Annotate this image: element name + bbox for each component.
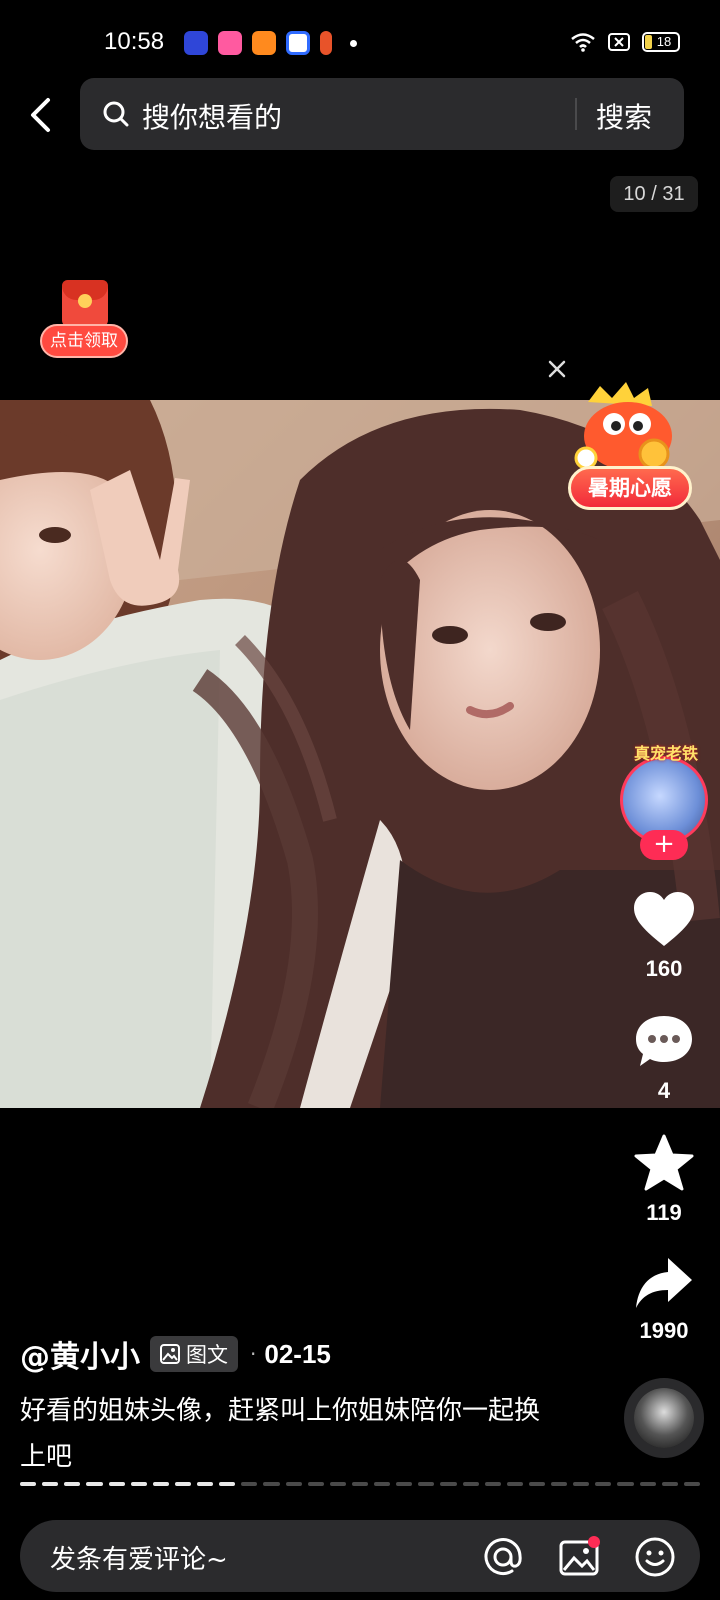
search-icon (103, 101, 129, 127)
progress-segment (484, 1482, 501, 1486)
progress-segment (20, 1482, 37, 1486)
game-app-icon (252, 31, 276, 55)
favorite-count: 119 (646, 1200, 682, 1225)
image-counter: 10 / 31 (610, 176, 698, 212)
red-envelope-coin (78, 294, 92, 308)
progress-segment (263, 1482, 280, 1486)
share-icon (636, 1258, 692, 1308)
progress-segment (197, 1482, 214, 1486)
author-name[interactable]: @黄小小 (20, 1332, 140, 1376)
emoji-icon (635, 1537, 675, 1577)
comment-count: 4 (657, 1078, 671, 1103)
progress-segment (86, 1482, 103, 1486)
progress-segment (617, 1482, 634, 1486)
mascot-icon (574, 382, 672, 470)
post-meta: @黄小小 图文 · 02-15 (20, 1332, 331, 1376)
follow-button[interactable]: + (640, 830, 688, 860)
progress-segment (551, 1482, 568, 1486)
comment-bar[interactable]: 发条有爱评论~ (20, 1520, 700, 1592)
progress-segment (528, 1482, 545, 1486)
post-type-tag: 图文 (150, 1336, 238, 1372)
progress-segment (130, 1482, 147, 1486)
progress-segment (241, 1482, 258, 1486)
comment-button[interactable]: 4 (620, 1014, 708, 1104)
back-button[interactable] (20, 92, 60, 138)
progress-segment (639, 1482, 656, 1486)
comment-input[interactable]: 发条有爱评论~ (50, 1539, 228, 1576)
like-button[interactable]: 160 (620, 892, 708, 982)
baidu-app-icon (286, 31, 310, 55)
notification-dot (350, 39, 357, 47)
progress-segment (661, 1482, 678, 1486)
progress-segment (351, 1482, 368, 1486)
image-progress (20, 1482, 700, 1486)
post-caption: 好看的姐妹头像，赶紧叫上你姐妹陪你一起换上吧 (20, 1396, 541, 1472)
progress-segment (42, 1482, 59, 1486)
chevron-left-icon (31, 98, 50, 132)
separator-dot: · (250, 1342, 257, 1366)
theme-app-icon (184, 31, 208, 55)
progress-segment (285, 1482, 302, 1486)
image-icon (160, 1344, 180, 1364)
progress-segment (683, 1482, 700, 1486)
status-indicators: 18 (570, 32, 680, 52)
battery-icon: 18 (642, 32, 680, 52)
like-count: 160 (645, 956, 683, 981)
close-icon[interactable] (546, 358, 568, 380)
star-icon (634, 1134, 694, 1191)
heart-icon (634, 892, 694, 946)
search-bar[interactable]: 搜你想看的 搜索 (80, 78, 684, 150)
promo-label[interactable]: 暑期心愿 (568, 466, 692, 510)
emoji-button[interactable] (634, 1536, 676, 1578)
search-input[interactable]: 搜你想看的 (142, 96, 282, 136)
sim-disabled-icon (608, 33, 630, 51)
progress-segment (396, 1482, 413, 1486)
favorite-button[interactable]: 119 (620, 1134, 708, 1226)
status-app-icons (184, 31, 357, 55)
progress-segment (174, 1482, 191, 1486)
search-divider (575, 98, 577, 130)
red-packet-label[interactable]: 点击领取 (40, 324, 128, 358)
progress-segment (329, 1482, 346, 1486)
post-type-label: 图文 (186, 1343, 228, 1367)
progress-segment (440, 1482, 457, 1486)
music-cover (634, 1388, 694, 1448)
comment-icon (636, 1016, 692, 1066)
progress-segment (462, 1482, 479, 1486)
avatar-tag: 真宠老铁 (633, 744, 698, 763)
post-date: 02-15 (264, 1338, 331, 1369)
new-badge-dot (588, 1536, 600, 1548)
status-time: 10:58 (104, 28, 165, 55)
red-packet-widget[interactable]: 点击领取 (40, 280, 128, 360)
vivid-app-icon (218, 31, 242, 55)
at-icon (484, 1538, 522, 1576)
battery-level: 18 (656, 34, 672, 49)
progress-segment (595, 1482, 612, 1486)
summer-wish-promo[interactable]: 暑期心愿 (568, 382, 692, 514)
progress-segment (374, 1482, 391, 1486)
status-bar: 10:58 18 (0, 0, 720, 80)
progress-segment (64, 1482, 81, 1486)
music-disc[interactable] (624, 1378, 704, 1458)
progress-segment (219, 1482, 236, 1486)
progress-segment (506, 1482, 523, 1486)
progress-segment (108, 1482, 125, 1486)
progress-segment (418, 1482, 435, 1486)
office-app-icon (320, 31, 332, 55)
mention-button[interactable] (482, 1536, 524, 1578)
share-count: 1990 (639, 1318, 689, 1343)
share-button[interactable]: 1990 (620, 1256, 708, 1344)
search-button[interactable]: 搜索 (596, 96, 652, 136)
progress-segment (152, 1482, 169, 1486)
author-avatar[interactable]: 真宠老铁 + (616, 744, 712, 860)
image-picker-button[interactable] (558, 1536, 600, 1578)
progress-segment (573, 1482, 590, 1486)
progress-segment (307, 1482, 324, 1486)
wifi-icon (571, 33, 595, 52)
